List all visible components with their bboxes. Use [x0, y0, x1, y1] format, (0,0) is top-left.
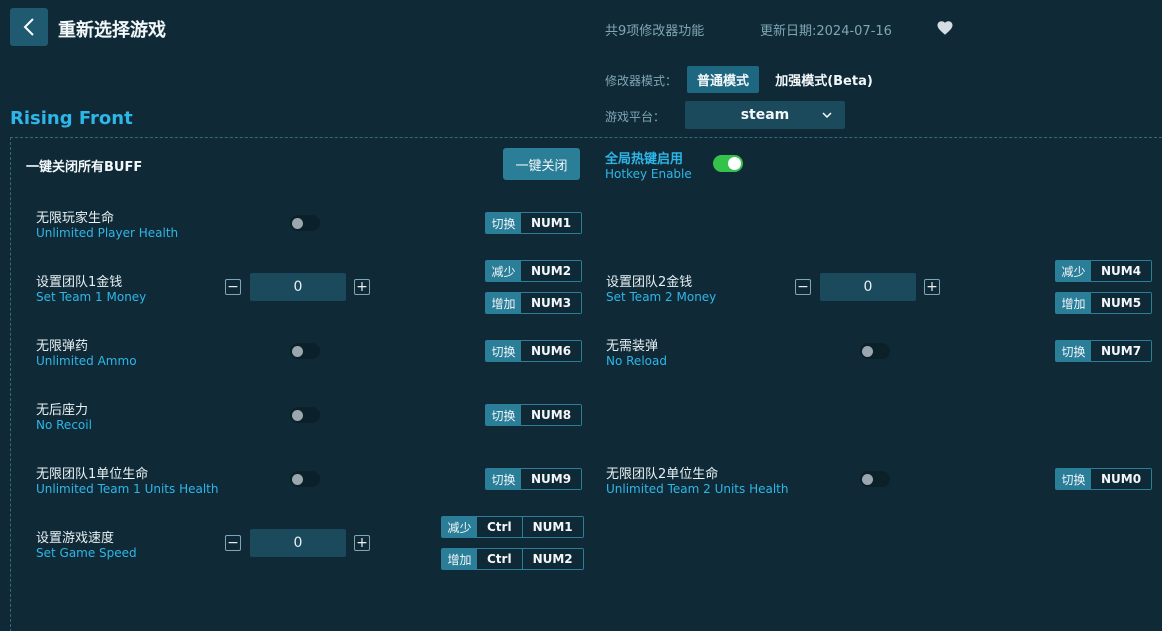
platform-value: steam	[740, 107, 790, 123]
game-speed-plus-button[interactable]: +	[354, 535, 370, 551]
mode-label: 修改器模式：	[605, 74, 678, 88]
team2-money-minus-button[interactable]: −	[795, 279, 811, 295]
team1-money-input[interactable]	[250, 273, 346, 301]
no-reload-hotkey[interactable]: 切换 NUM7	[1055, 340, 1153, 362]
team1-units-label: 无限团队1单位生命	[36, 467, 149, 482]
hotkey-tag: 切换	[486, 405, 521, 425]
player-health-hotkey[interactable]: 切换 NUM1	[485, 212, 583, 234]
hotkey-key: NUM9	[521, 469, 582, 489]
team2-money-inc-hotkey[interactable]: 增加 NUM5	[1055, 292, 1153, 314]
normal-mode-button[interactable]: 普通模式	[687, 66, 759, 93]
feature-count: 共9项修改器功能	[605, 24, 705, 39]
game-speed-dec-hotkey[interactable]: 减少 Ctrl NUM1	[441, 516, 584, 538]
team1-units-sublabel: Unlimited Team 1 Units Health	[36, 482, 219, 496]
all-off-label: 一键关闭所有BUFF	[26, 160, 143, 175]
beta-mode-button[interactable]: 加强模式(Beta)	[768, 66, 880, 93]
team2-units-sublabel: Unlimited Team 2 Units Health	[606, 482, 789, 496]
hotkey-tag: 切换	[486, 341, 521, 361]
team1-money-plus-button[interactable]: +	[354, 279, 370, 295]
team1-units-hotkey[interactable]: 切换 NUM9	[485, 468, 583, 490]
team1-money-inc-hotkey[interactable]: 增加 NUM3	[485, 292, 583, 314]
hotkey-key: NUM1	[521, 213, 582, 233]
hotkey-tag: 减少	[486, 261, 521, 281]
heart-icon[interactable]	[936, 19, 954, 37]
team2-units-toggle[interactable]	[860, 471, 890, 487]
ammo-label: 无限弹药	[36, 339, 89, 354]
no-recoil-label: 无后座力	[36, 403, 89, 418]
page-title: 重新选择游戏	[58, 20, 166, 41]
hotkey-modifier: Ctrl	[477, 549, 523, 569]
cheat-panel	[10, 137, 1162, 631]
no-reload-toggle[interactable]	[860, 343, 890, 359]
platform-label: 游戏平台：	[605, 110, 666, 124]
hotkey-tag: 减少	[1056, 261, 1091, 281]
hotkey-key: NUM2	[521, 261, 582, 281]
update-date: 更新日期:2024-07-16	[760, 24, 892, 39]
chevron-left-icon	[23, 18, 34, 36]
game-speed-inc-hotkey[interactable]: 增加 Ctrl NUM2	[441, 548, 584, 570]
hotkey-enable-switch[interactable]	[713, 155, 743, 172]
hotkey-tag: 增加	[442, 549, 477, 569]
player-health-toggle[interactable]	[290, 215, 320, 231]
hotkey-enable-label: 全局热键启用	[605, 152, 684, 167]
game-speed-label: 设置游戏速度	[36, 531, 115, 546]
no-recoil-hotkey[interactable]: 切换 NUM8	[485, 404, 583, 426]
team1-money-dec-hotkey[interactable]: 减少 NUM2	[485, 260, 583, 282]
hotkey-key: NUM8	[521, 405, 582, 425]
no-reload-sublabel: No Reload	[606, 354, 667, 368]
team2-money-plus-button[interactable]: +	[924, 279, 940, 295]
all-off-button[interactable]: 一键关闭	[503, 148, 580, 180]
platform-select[interactable]: steam	[685, 101, 845, 129]
team2-units-label: 无限团队2单位生命	[606, 467, 719, 482]
team2-units-hotkey[interactable]: 切换 NUM0	[1055, 468, 1153, 490]
hotkey-key: NUM7	[1091, 341, 1152, 361]
ammo-toggle[interactable]	[290, 343, 320, 359]
team2-money-label: 设置团队2金钱	[606, 275, 693, 290]
ammo-hotkey[interactable]: 切换 NUM6	[485, 340, 583, 362]
hotkey-key: NUM6	[521, 341, 582, 361]
game-title: Rising Front	[10, 108, 133, 129]
team2-money-sublabel: Set Team 2 Money	[606, 290, 717, 304]
team1-units-toggle[interactable]	[290, 471, 320, 487]
hotkey-enable-sublabel: Hotkey Enable	[605, 167, 692, 181]
team1-money-minus-button[interactable]: −	[225, 279, 241, 295]
no-recoil-sublabel: No Recoil	[36, 418, 92, 432]
game-speed-sublabel: Set Game Speed	[36, 546, 137, 560]
hotkey-tag: 增加	[486, 293, 521, 313]
hotkey-key: NUM2	[522, 549, 583, 569]
game-speed-input[interactable]	[250, 529, 346, 557]
hotkey-key: NUM3	[521, 293, 582, 313]
hotkey-modifier: Ctrl	[477, 517, 523, 537]
player-health-label: 无限玩家生命	[36, 211, 115, 226]
chevron-down-icon	[822, 112, 832, 119]
team2-money-dec-hotkey[interactable]: 减少 NUM4	[1055, 260, 1153, 282]
hotkey-key: NUM4	[1091, 261, 1152, 281]
team1-money-sublabel: Set Team 1 Money	[36, 290, 147, 304]
ammo-sublabel: Unlimited Ammo	[36, 354, 137, 368]
hotkey-tag: 切换	[1056, 469, 1091, 489]
hotkey-tag: 减少	[442, 517, 477, 537]
hotkey-tag: 切换	[1056, 341, 1091, 361]
hotkey-key: NUM0	[1091, 469, 1152, 489]
no-reload-label: 无需装弹	[606, 339, 659, 354]
hotkey-tag: 切换	[486, 213, 521, 233]
hotkey-tag: 增加	[1056, 293, 1091, 313]
game-speed-minus-button[interactable]: −	[225, 535, 241, 551]
hotkey-key: NUM1	[522, 517, 583, 537]
hotkey-tag: 切换	[486, 469, 521, 489]
no-recoil-toggle[interactable]	[290, 407, 320, 423]
hotkey-key: NUM5	[1091, 293, 1152, 313]
back-button[interactable]	[10, 8, 48, 46]
player-health-sublabel: Unlimited Player Health	[36, 226, 179, 240]
team2-money-input[interactable]	[820, 273, 916, 301]
team1-money-label: 设置团队1金钱	[36, 275, 123, 290]
